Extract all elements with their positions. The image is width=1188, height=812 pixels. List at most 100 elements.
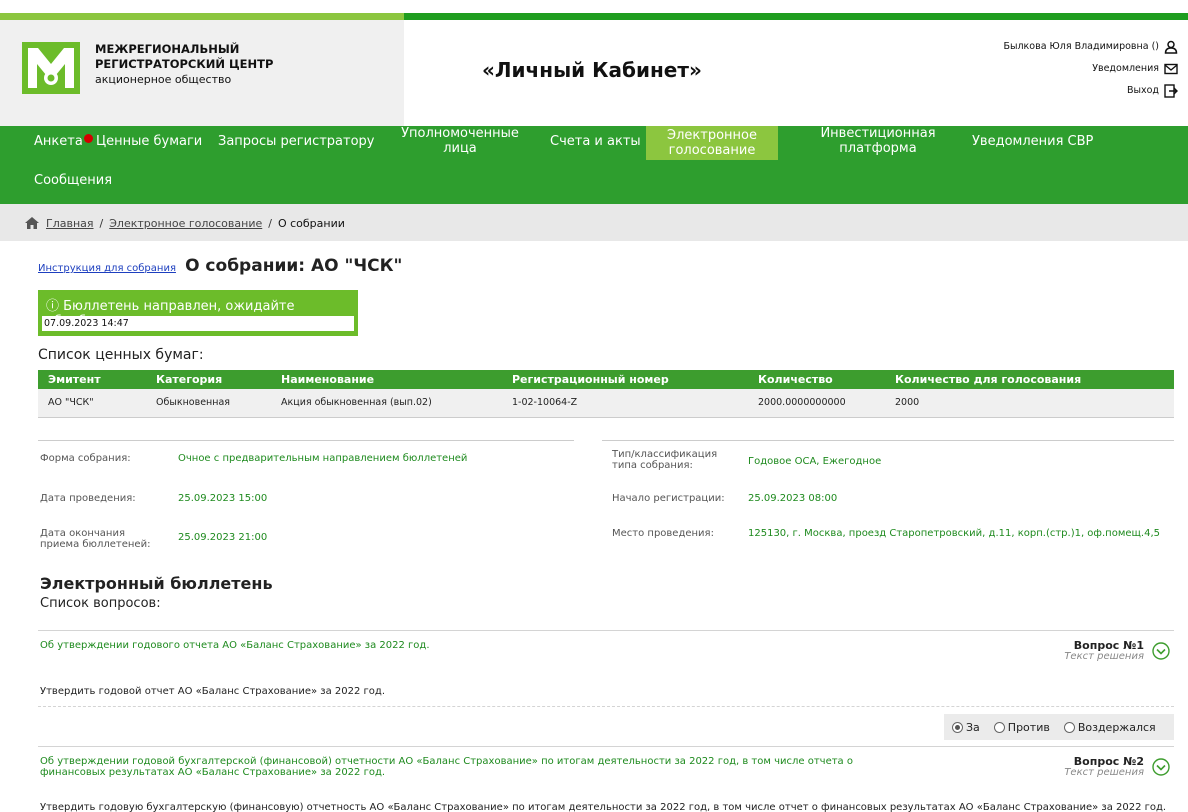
column-header: Категория <box>146 370 271 389</box>
column-header: Количество для голосования <box>885 370 1174 389</box>
question-title: Об утверждении годовой бухгалтерской (фи… <box>40 756 853 778</box>
radio-icon[interactable] <box>1063 722 1075 733</box>
mrc-logo-icon[interactable] <box>22 42 80 94</box>
column-header: Наименование <box>271 370 502 389</box>
nav-item-securities[interactable]: Ценные бумаги <box>96 134 202 149</box>
nav-item-messages[interactable]: Сообщения <box>34 173 112 188</box>
home-icon[interactable] <box>24 216 40 230</box>
date-value: 25.09.2023 15:00 <box>178 493 268 504</box>
table-header-row: Эмитент Категория Наименование Регистрац… <box>38 370 1174 389</box>
meeting-info-right: Тип/классификация типа собрания: Годовое… <box>602 440 1174 539</box>
table-cell: 1-02-10064-Z <box>502 389 748 418</box>
chevron-down-icon[interactable] <box>1152 642 1170 660</box>
securities-table: Эмитент Категория Наименование Регистрац… <box>38 370 1174 418</box>
top-accent-bar <box>0 13 1188 20</box>
question-2: Об утверждении годовой бухгалтерской (фи… <box>38 750 1174 790</box>
nav-item-registrar-requests[interactable]: Запросы регистратору <box>218 134 375 149</box>
logo-area[interactable]: МЕЖРЕГИОНАЛЬНЫЙ РЕГИСТРАТОРСКИЙ ЦЕНТР ак… <box>0 20 404 126</box>
nav-item-investment-platform[interactable]: Инвестиционная платформа <box>818 126 938 156</box>
org-line2: РЕГИСТРАТОРСКИЙ ЦЕНТР <box>95 57 274 71</box>
user-profile-link[interactable]: Былкова Юля Владимировна () <box>1003 36 1178 58</box>
nav-item-profile[interactable]: Анкета <box>34 134 93 149</box>
vote-options-1: За Против Воздержался <box>944 714 1174 740</box>
org-line1: МЕЖРЕГИОНАЛЬНЫЙ <box>95 42 240 56</box>
instruction-link[interactable]: Инструкция для собрания <box>38 263 176 274</box>
vote-for-option[interactable]: За <box>952 721 980 734</box>
column-header: Эмитент <box>38 370 146 389</box>
chevron-down-icon[interactable] <box>1152 758 1170 776</box>
divider <box>38 746 1174 747</box>
table-row: АО "ЧСК" Обыкновенная Акция обыкновенная… <box>38 389 1174 418</box>
table-cell: Обыкновенная <box>146 389 271 418</box>
org-line3: акционерное общество <box>95 73 232 86</box>
question-title: Об утверждении годового отчета АО «Балан… <box>40 640 430 651</box>
date-label: Дата проведения: <box>40 493 136 504</box>
breadcrumb-e-voting[interactable]: Электронное голосование <box>109 217 262 230</box>
questions-title: Список вопросов: <box>40 596 161 611</box>
user-menu: Былкова Юля Владимировна () Уведомления … <box>1003 36 1178 102</box>
meeting-info-left: Форма собрания: Очное с предварительным … <box>38 440 574 550</box>
ballot-title: Электронный бюллетень <box>40 574 273 593</box>
logout-icon <box>1164 84 1178 98</box>
decision-label: Текст решения <box>1064 767 1144 778</box>
notifications-link[interactable]: Уведомления <box>1003 58 1178 80</box>
vote-abstain-option[interactable]: Воздержался <box>1063 720 1156 734</box>
type-label: Тип/классификация типа собрания: <box>612 449 718 471</box>
nav-item-svr-notifications[interactable]: Уведомления СВР <box>972 134 1093 149</box>
end-value: 25.09.2023 21:00 <box>178 532 268 543</box>
table-cell: Акция обыкновенная (вып.02) <box>271 389 502 418</box>
question-1: Об утверждении годового отчета АО «Балан… <box>38 636 1174 686</box>
form-value: Очное с предварительным направлением бюл… <box>178 453 468 464</box>
place-label: Место проведения: <box>612 528 714 539</box>
nav-item-authorized-persons[interactable]: Уполномоченные лица <box>392 126 528 156</box>
vote-option-label: За <box>966 720 980 734</box>
column-header: Количество <box>748 370 885 389</box>
breadcrumb-current: О собрании <box>277 216 345 230</box>
end-label: Дата окончания приема бюллетеней: <box>40 528 151 550</box>
site-header: МЕЖРЕГИОНАЛЬНЫЙ РЕГИСТРАТОРСКИЙ ЦЕНТР ак… <box>0 20 1188 126</box>
divider <box>38 630 1174 631</box>
breadcrumb-separator: / <box>99 216 104 230</box>
nav-item-accounts[interactable]: Счета и акты <box>550 134 641 149</box>
org-name: МЕЖРЕГИОНАЛЬНЫЙ РЕГИСТРАТОРСКИЙ ЦЕНТР ак… <box>95 42 273 87</box>
radio-icon[interactable] <box>993 722 1005 733</box>
logout-label: Выход <box>1126 85 1159 96</box>
table-cell: 2000 <box>885 389 1174 418</box>
table-cell: АО "ЧСК" <box>38 389 146 418</box>
form-label: Форма собрания: <box>40 453 131 464</box>
table-cell: 2000.0000000000 <box>748 389 885 418</box>
type-value: Годовое ОСА, Ежегодное <box>748 456 882 467</box>
decision-text: Утвердить годовой отчет АО «Баланс Страх… <box>40 686 385 697</box>
user-name: Былкова Юля Владимировна () <box>1003 41 1159 52</box>
reg-value: 25.09.2023 08:00 <box>748 493 838 504</box>
vote-option-label: Против <box>1007 720 1050 734</box>
decision-text: Утвердить годовую бухгалтерскую (финансо… <box>40 802 1167 812</box>
status-date: 07.09.2023 14:47 <box>42 316 354 331</box>
logout-link[interactable]: Выход <box>1003 80 1178 102</box>
place-value: 125130, г. Москва, проезд Старопетровски… <box>748 528 1161 539</box>
column-header: Регистрационный номер <box>502 370 748 389</box>
divider <box>38 706 1174 707</box>
page-header-title: «Личный Кабинет» <box>482 58 702 82</box>
decision-label: Текст решения <box>1064 651 1144 662</box>
decision-text-2: Утвердить годовую бухгалтерскую (финансо… <box>38 802 1174 812</box>
breadcrumb-home[interactable]: Главная <box>46 217 94 230</box>
breadcrumb: Главная / Электронное голосование / О со… <box>0 204 1188 241</box>
envelope-icon <box>1164 63 1178 75</box>
user-icon <box>1164 40 1178 54</box>
vote-against-option[interactable]: Против <box>993 720 1050 734</box>
reg-label: Начало регистрации: <box>612 493 725 504</box>
status-banner: ⓘ Бюллетень направлен, ожидайте обработк… <box>38 290 358 336</box>
question-number: Вопрос №1 Текст решения <box>1064 640 1144 662</box>
radio-checked-icon[interactable] <box>952 722 963 733</box>
alert-badge-icon <box>83 134 93 143</box>
main-nav: Анкета Ценные бумаги Запросы регистратор… <box>0 126 1188 204</box>
vote-option-label: Воздержался <box>1077 720 1156 734</box>
question-number: Вопрос №2 Текст решения <box>1064 756 1144 778</box>
nav-item-e-voting[interactable]: Электронное голосование <box>646 126 778 160</box>
notifications-label: Уведомления <box>1092 63 1159 74</box>
breadcrumb-separator: / <box>268 216 272 230</box>
securities-title: Список ценных бумаг: <box>38 347 204 363</box>
page-title: О собрании: АО "ЧСК" <box>185 256 403 276</box>
nav-item-label: Анкета <box>34 134 83 149</box>
